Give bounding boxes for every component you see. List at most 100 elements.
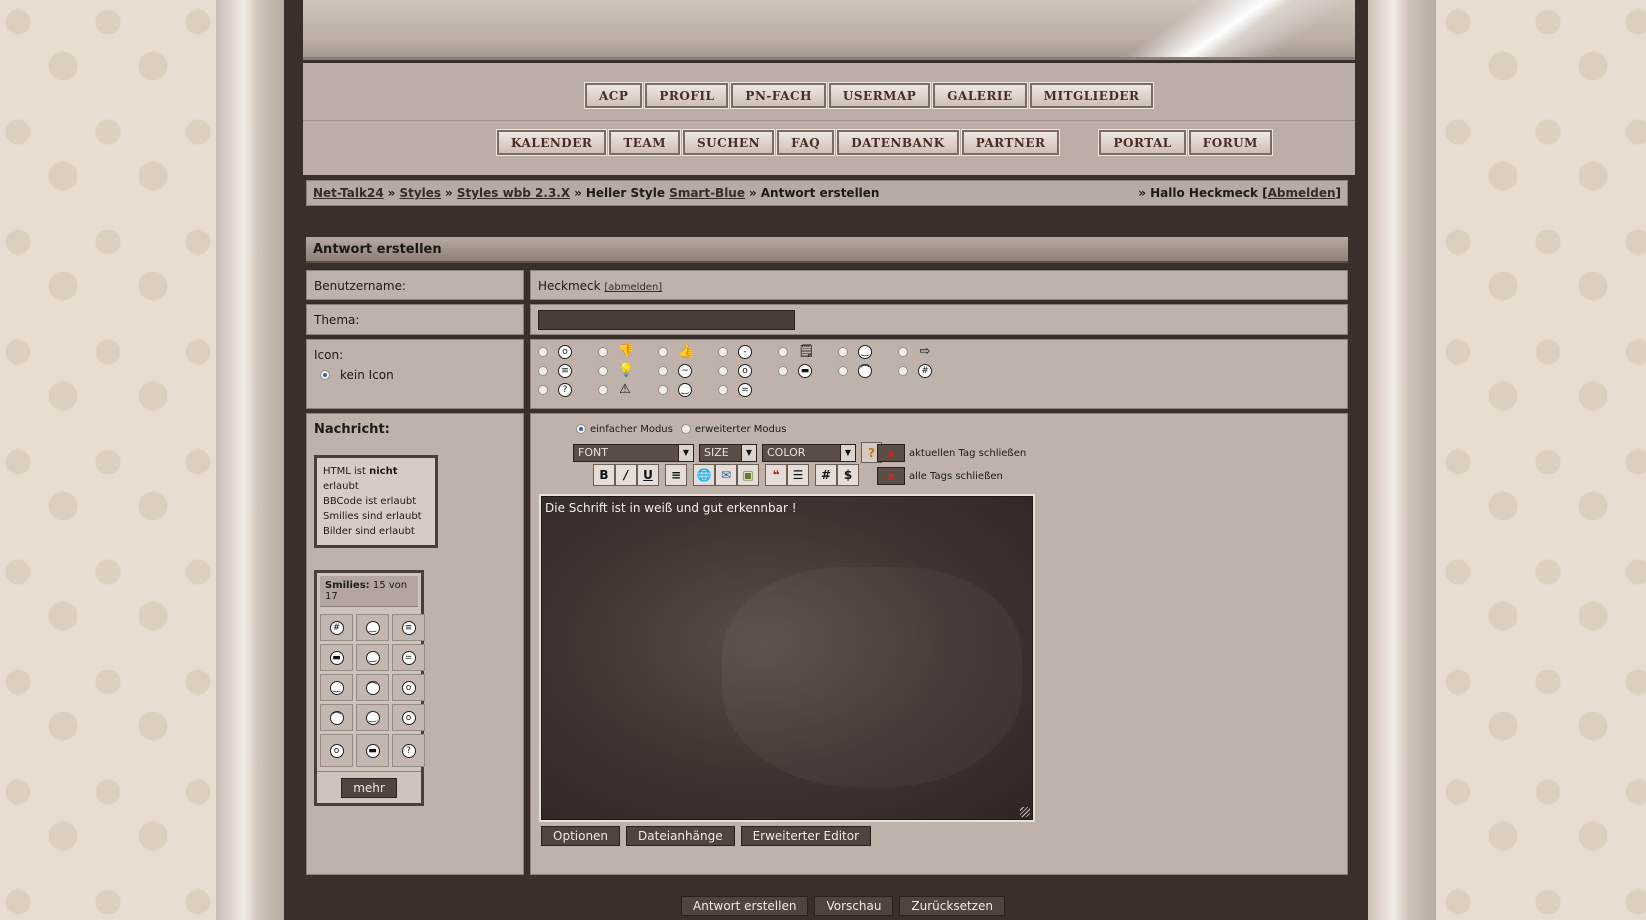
- url-icon[interactable]: 🌐: [693, 464, 715, 486]
- breadcrumb-link-styles[interactable]: Styles: [399, 186, 441, 200]
- editor-toolbar: B / U ≡ 🌐 ✉ ▣ ❝ ☰ # $: [593, 464, 865, 486]
- icon-radio[interactable]: [658, 366, 668, 376]
- font-select[interactable]: FONT ▼: [573, 443, 694, 462]
- nav-mitglieder-button[interactable]: MITGLIEDER: [1028, 82, 1155, 109]
- nav-team-button[interactable]: TEAM: [608, 129, 682, 156]
- icon-radio[interactable]: [598, 366, 608, 376]
- mode-simple-option[interactable]: einfacher Modus: [576, 424, 673, 435]
- breadcrumb: Net-Talk24» Styles» Styles wbb 2.3.X» Helle…: [306, 180, 1348, 206]
- italic-icon[interactable]: /: [615, 464, 637, 486]
- icon-radio[interactable]: [658, 385, 668, 395]
- hash-icon[interactable]: #: [815, 464, 837, 486]
- icon-radio[interactable]: [718, 366, 728, 376]
- icon-radio[interactable]: [778, 347, 788, 357]
- surprised-face-icon: o: [401, 680, 416, 695]
- mode-advanced-option[interactable]: erweiterter Modus: [680, 424, 786, 435]
- icon-row: Icon: kein Icon o 👎 👍 - 🗒 ‿ ⇨ ≡ 💡 ~ o ▬ …: [306, 339, 1348, 409]
- icon-radio[interactable]: [718, 385, 728, 395]
- image-icon[interactable]: ▣: [737, 464, 759, 486]
- smiley-button[interactable]: ‿: [356, 644, 389, 671]
- nav-partner-button[interactable]: PARTNER: [960, 129, 1061, 156]
- nav-row-bottom: KALENDER TEAM SUCHEN FAQ DATENBANK PARTN…: [495, 129, 1273, 156]
- nav-datenbank-button[interactable]: DATENBANK: [836, 129, 960, 156]
- smiley-button[interactable]: =: [392, 644, 425, 671]
- advanced-editor-button[interactable]: Erweiterter Editor: [740, 826, 872, 846]
- list-icon[interactable]: ☰: [787, 464, 809, 486]
- icon-radio[interactable]: [838, 366, 848, 376]
- nav-usermap-button[interactable]: USERMAP: [827, 82, 932, 109]
- nav-faq-button[interactable]: FAQ: [776, 129, 836, 156]
- size-select[interactable]: SIZE ▼: [699, 443, 757, 462]
- icon-radio[interactable]: [598, 347, 608, 357]
- icon-radio[interactable]: [778, 366, 788, 376]
- nav-acp-button[interactable]: ACP: [583, 82, 644, 109]
- icon-radio[interactable]: [658, 347, 668, 357]
- nav-portal-button[interactable]: PORTAL: [1098, 129, 1187, 156]
- nav-kalender-button[interactable]: KALENDER: [495, 129, 608, 156]
- dollar-icon[interactable]: $: [837, 464, 859, 486]
- options-button[interactable]: Optionen: [541, 826, 621, 846]
- thema-input[interactable]: [538, 310, 795, 330]
- icon-label-cell: Icon: kein Icon: [306, 339, 524, 409]
- icon-radio[interactable]: [898, 347, 908, 357]
- breadcrumb-link-wbb[interactable]: Styles wbb 2.3.X: [457, 186, 570, 200]
- center-icon[interactable]: ≡: [665, 464, 687, 486]
- thumbs-down-icon: 👎: [618, 344, 635, 359]
- color-select[interactable]: COLOR ▼: [762, 443, 856, 462]
- no-icon-radio[interactable]: [320, 370, 330, 380]
- smiley-button[interactable]: o: [392, 674, 425, 701]
- nav-row-top: ACP PROFIL PN-FACH USERMAP GALERIE MITGL…: [583, 82, 1155, 109]
- smiley-button[interactable]: ?: [392, 734, 425, 767]
- bold-icon[interactable]: B: [593, 464, 615, 486]
- smiley-button[interactable]: #: [320, 614, 353, 641]
- smiley-button[interactable]: ▬: [356, 734, 389, 767]
- icon-radio[interactable]: [838, 347, 848, 357]
- message-textarea[interactable]: Die Schrift ist in weiß und gut erkennba…: [539, 494, 1035, 822]
- quote-icon[interactable]: ❝: [765, 464, 787, 486]
- smiley-button[interactable]: ⌒: [356, 674, 389, 701]
- nav-galerie-button[interactable]: GALERIE: [932, 82, 1028, 109]
- close-icon[interactable]: x: [877, 444, 905, 462]
- cool-face-icon: ▬: [329, 650, 344, 665]
- breadcrumb-link-thread[interactable]: Smart-Blue: [669, 186, 745, 200]
- smiley-button[interactable]: ⌒: [320, 704, 353, 731]
- reset-button[interactable]: Zurücksetzen: [899, 896, 1005, 916]
- navigation-area: ACP PROFIL PN-FACH USERMAP GALERIE MITGL…: [303, 63, 1355, 175]
- nav-forum-button[interactable]: FORUM: [1187, 129, 1273, 156]
- smiley-button[interactable]: ‿: [320, 674, 353, 701]
- nav-pnfach-button[interactable]: PN-FACH: [730, 82, 827, 109]
- nav-suchen-button[interactable]: SUCHEN: [682, 129, 776, 156]
- sunglasses-face-icon: ▬: [365, 743, 380, 758]
- resize-handle-icon[interactable]: [1020, 807, 1030, 817]
- abmelden-link[interactable]: [abmelden]: [604, 282, 662, 293]
- no-icon-option[interactable]: kein Icon: [320, 368, 516, 382]
- underline-icon[interactable]: U: [637, 464, 659, 486]
- attachments-button[interactable]: Dateianhänge: [626, 826, 735, 846]
- lightbulb-icon: 💡: [618, 363, 635, 378]
- email-icon[interactable]: ✉: [715, 464, 737, 486]
- icon-radio[interactable]: [898, 366, 908, 376]
- more-smilies-button[interactable]: mehr: [341, 778, 397, 798]
- smiley-button[interactable]: o: [392, 704, 425, 731]
- sad-face-icon: ⌒: [858, 364, 872, 378]
- icon-radio[interactable]: [538, 366, 548, 376]
- post-reply-button[interactable]: Antwort erstellen: [681, 896, 809, 916]
- icon-radio[interactable]: [538, 347, 548, 357]
- icon-radio[interactable]: [598, 385, 608, 395]
- smiley-button[interactable]: ‿: [356, 704, 389, 731]
- thema-row: Thema:: [306, 304, 1348, 335]
- smiley-button[interactable]: ≡: [392, 614, 425, 641]
- smiley-button[interactable]: o: [320, 734, 353, 767]
- nav-profil-button[interactable]: PROFIL: [644, 82, 730, 109]
- arrow-right-icon: ⇨: [919, 344, 931, 359]
- smiley-button[interactable]: ▬: [320, 644, 353, 671]
- icon-radio[interactable]: [538, 385, 548, 395]
- smiley-button[interactable]: ‿: [356, 614, 389, 641]
- breadcrumb-link-home[interactable]: Net-Talk24: [313, 186, 384, 200]
- editor-mode-switch: einfacher Modus erweiterter Modus: [576, 424, 1340, 435]
- logout-link[interactable]: Abmelden: [1268, 186, 1336, 200]
- icon-radio[interactable]: [718, 347, 728, 357]
- angry-face-icon: ≡: [401, 620, 416, 635]
- preview-button[interactable]: Vorschau: [814, 896, 894, 916]
- close-icon[interactable]: x: [877, 467, 905, 485]
